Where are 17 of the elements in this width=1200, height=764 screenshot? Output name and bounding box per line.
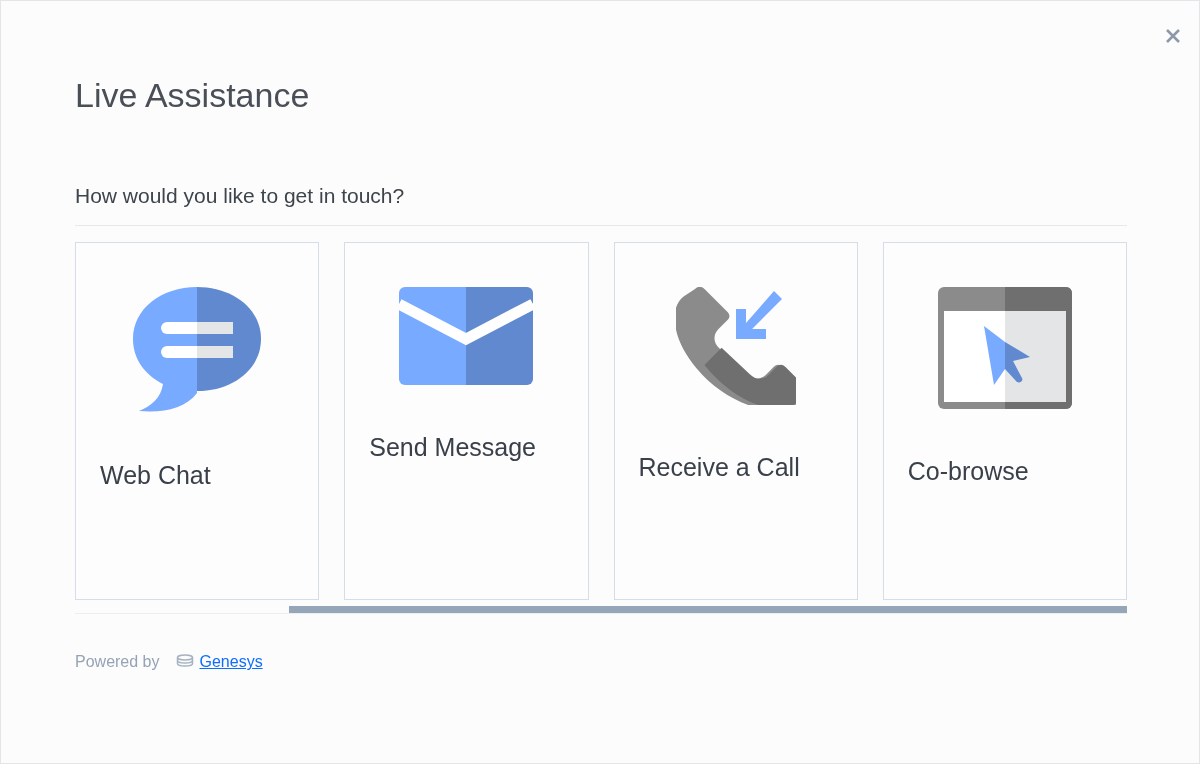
scrollbar-thumb[interactable]	[289, 606, 1127, 614]
incoming-call-icon	[675, 287, 796, 406]
option-label: Web Chat	[99, 460, 212, 492]
envelope-icon	[399, 287, 534, 386]
powered-by-text: Powered by	[75, 652, 160, 673]
option-label: Send Message	[368, 432, 538, 464]
brand-name: Genesys	[199, 652, 263, 673]
chat-bubble-icon	[131, 287, 264, 414]
contact-option-card[interactable]: Co-browse	[882, 242, 1127, 601]
option-label: Co-browse	[906, 456, 1030, 488]
contact-option-card[interactable]: Send Message	[344, 242, 589, 601]
contact-option-card[interactable]: Receive a Call	[613, 242, 858, 601]
dialog-title: Live Assistance	[75, 75, 311, 116]
browser-cursor-icon	[937, 287, 1072, 410]
option-label: Receive a Call	[637, 452, 801, 484]
contact-option-card[interactable]: Web Chat	[75, 242, 320, 601]
prompt-text: How would you like to get in touch?	[75, 182, 406, 209]
